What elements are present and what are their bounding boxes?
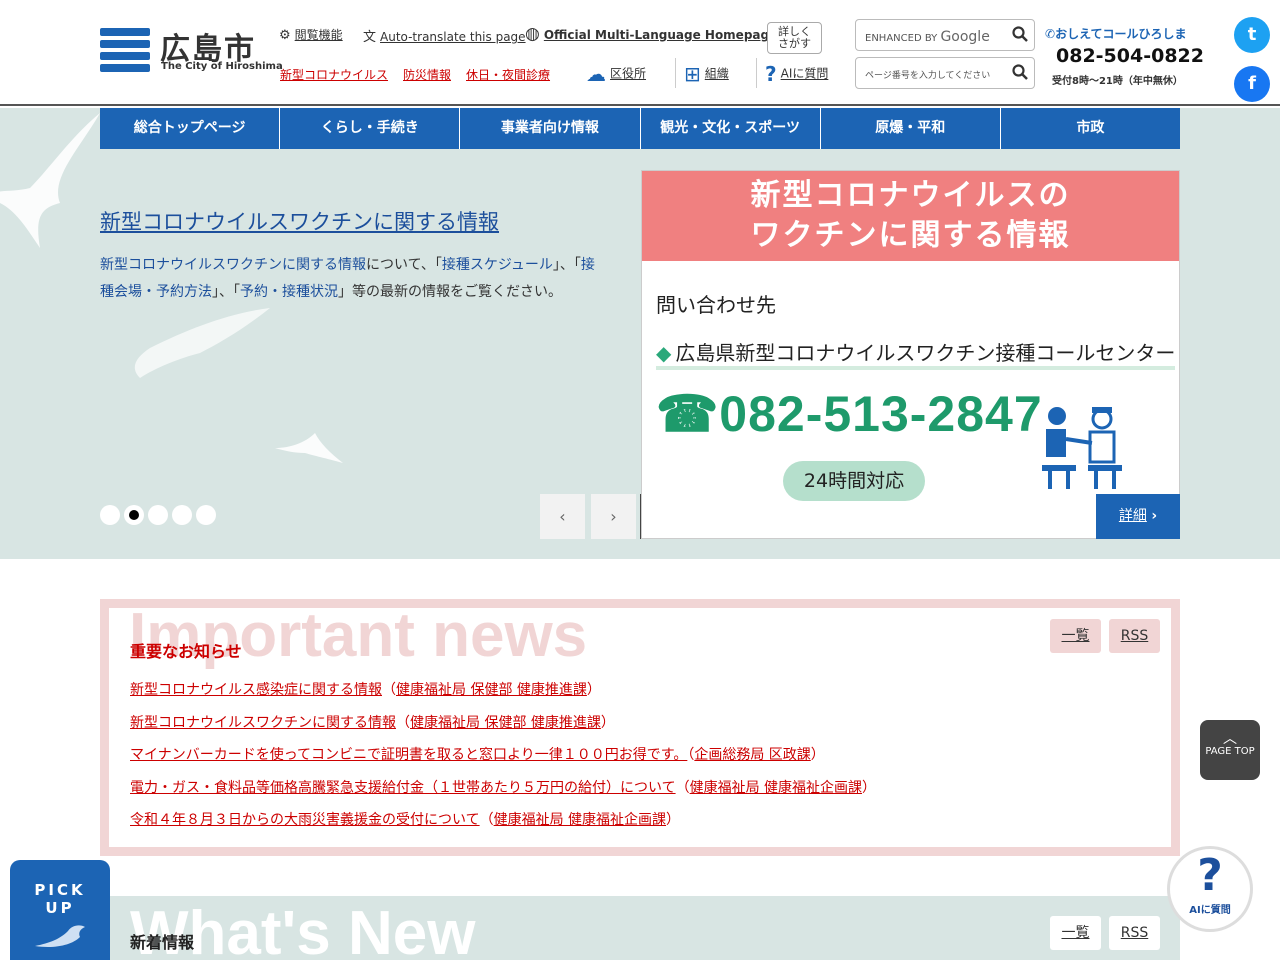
page-top-button[interactable]: ︿ PAGE TOP bbox=[1200, 720, 1260, 780]
gnav-peace[interactable]: 原爆・平和 bbox=[821, 108, 1001, 149]
news-link[interactable]: マイナンバーカードを使ってコンビニで証明書を取ると窓口より一律１００円お得です。 bbox=[130, 747, 687, 763]
twitter-icon[interactable]: t bbox=[1234, 17, 1270, 53]
ai-question-link[interactable]: ? AIに質問 bbox=[765, 62, 828, 86]
dept-link[interactable]: 健康福祉局 保健部 健康推進課 bbox=[410, 715, 601, 731]
important-list-button[interactable]: 一覧 bbox=[1050, 619, 1101, 653]
carousel-dot[interactable] bbox=[100, 505, 120, 525]
news-list-button[interactable]: 一覧 bbox=[1050, 916, 1101, 950]
list-item: 令和４年８月３日からの大雨災害義援金の受付について（健康福祉局 健康福祉企画課） bbox=[130, 812, 681, 828]
carousel-dot[interactable] bbox=[148, 505, 168, 525]
carousel-dots bbox=[100, 505, 216, 525]
carousel-dot[interactable] bbox=[172, 505, 192, 525]
page-number-input[interactable]: ページ番号を入力してください bbox=[855, 57, 1035, 89]
dept-link[interactable]: 健康福祉局 健康福祉企画課 bbox=[690, 780, 862, 796]
slide-heading: 新型コロナウイルスの ワクチンに関する情報 bbox=[642, 171, 1179, 261]
slide-detail-button[interactable]: 詳細 › bbox=[1096, 494, 1180, 539]
dove-decoration-icon bbox=[0, 113, 100, 248]
slide-24h-badge: 24時間対応 bbox=[783, 461, 925, 501]
news-link[interactable]: 令和４年８月３日からの大雨災害義援金の受付について bbox=[130, 812, 480, 828]
site-logo[interactable]: 広島市 The City of Hiroshima bbox=[100, 26, 283, 76]
phone-icon: ✆ bbox=[1045, 27, 1056, 41]
city-emblem-icon bbox=[100, 26, 150, 74]
list-item: 新型コロナウイルス感染症に関する情報（健康福祉局 保健部 健康推進課） bbox=[130, 682, 601, 698]
slide-call-center: ◆ 広島県新型コロナウイルスワクチン接種コールセンター bbox=[656, 337, 1176, 370]
hero-description: 新型コロナウイルスワクチンに関する情報について、「接種スケジュール」、「接種会場… bbox=[100, 257, 595, 300]
search-icon[interactable] bbox=[1012, 26, 1028, 42]
dept-link[interactable]: 健康福祉局 健康福祉企画課 bbox=[494, 812, 666, 828]
divider bbox=[675, 58, 676, 88]
translate-icon: 文 bbox=[363, 30, 377, 45]
call-center-number[interactable]: 082-504-0822 bbox=[1056, 45, 1204, 67]
question-icon: ? bbox=[765, 62, 777, 86]
site-header: 広島市 The City of Hiroshima ⚙ 閲覧機能 文 Auto-tr… bbox=[0, 0, 1280, 106]
translate-link[interactable]: 文 Auto-translate this page bbox=[363, 26, 526, 45]
vaccination-illustration-icon bbox=[1042, 407, 1122, 489]
globe-icon: ◍ bbox=[525, 24, 540, 44]
question-icon: ? bbox=[1197, 850, 1223, 901]
hero-link-schedule[interactable]: 接種スケジュール bbox=[442, 257, 553, 273]
news-link[interactable]: 電力・ガス・食料品等価格高騰緊急支援給付金（１世帯あたり５万円の給付）について bbox=[130, 780, 676, 796]
gnav-business[interactable]: 事業者向け情報 bbox=[460, 108, 641, 149]
multilang-link[interactable]: ◍ Official Multi-Language Homepage bbox=[525, 24, 777, 44]
google-search-input[interactable]: ENHANCED BY Google bbox=[855, 19, 1035, 51]
carousel-slide-image[interactable]: 新型コロナウイルスの ワクチンに関する情報 問い合わせ先 ◆ 広島県新型コロナウイ… bbox=[641, 170, 1180, 539]
logo-subtitle: The City of Hiroshima bbox=[161, 61, 283, 72]
important-news-title: 重要なお知らせ bbox=[130, 642, 242, 661]
global-navigation: 総合トップページ くらし・手続き 事業者向け情報 観光・文化・スポーツ 原爆・平… bbox=[100, 108, 1180, 149]
chevron-right-icon: › bbox=[1151, 508, 1158, 524]
list-item: 電力・ガス・食料品等価格高騰緊急支援給付金（１世帯あたり５万円の給付）について（… bbox=[130, 779, 877, 796]
map-icon: ☁ bbox=[586, 62, 606, 86]
ward-office-link[interactable]: ☁ 区役所 bbox=[586, 62, 646, 86]
gnav-top[interactable]: 総合トップページ bbox=[100, 108, 281, 149]
dove-decoration-icon bbox=[275, 433, 343, 463]
gnav-city-admin[interactable]: 市政 bbox=[1001, 108, 1180, 149]
dept-link[interactable]: 健康福祉局 保健部 健康推進課 bbox=[396, 682, 587, 698]
gnav-living[interactable]: くらし・手続き bbox=[280, 108, 461, 149]
quick-link-disaster[interactable]: 防災情報 bbox=[403, 66, 451, 83]
divider bbox=[756, 58, 757, 88]
gnav-tourism[interactable]: 観光・文化・スポーツ bbox=[641, 108, 821, 149]
call-center-title: ✆おしえてコールひろしま bbox=[1045, 27, 1187, 41]
facebook-icon[interactable]: f bbox=[1234, 66, 1270, 102]
slide-contact-label: 問い合わせ先 bbox=[656, 293, 776, 317]
chevron-right-icon: › bbox=[610, 507, 617, 526]
accessibility-link[interactable]: ⚙ 閲覧機能 bbox=[279, 26, 343, 43]
important-news-section: Important news 重要なお知らせ 一覧 RSS 新型コロナウイルス感… bbox=[100, 599, 1180, 856]
carousel-dot-active[interactable] bbox=[124, 505, 144, 525]
hero-title-link[interactable]: 新型コロナウイルスワクチンに関する情報 bbox=[100, 206, 499, 236]
hero-link-vaccine[interactable]: 新型コロナウイルスワクチンに関する情報 bbox=[100, 257, 366, 273]
chevron-up-icon: ︿ bbox=[1223, 731, 1237, 747]
quick-link-corona[interactable]: 新型コロナウイルス bbox=[280, 66, 388, 83]
diamond-icon: ◆ bbox=[656, 341, 672, 365]
important-rss-button[interactable]: RSS bbox=[1109, 619, 1160, 653]
gear-icon: ⚙ bbox=[279, 28, 291, 43]
detail-search-button[interactable]: 詳しく さがす bbox=[767, 22, 822, 54]
news-link[interactable]: 新型コロナウイルス感染症に関する情報 bbox=[130, 682, 382, 698]
carousel-dot[interactable] bbox=[196, 505, 216, 525]
list-item: マイナンバーカードを使ってコンビニで証明書を取ると窓口より一律１００円お得です。… bbox=[130, 747, 825, 763]
organization-link[interactable]: ⊞ 組織 bbox=[684, 62, 729, 86]
page: 広島市 The City of Hiroshima ⚙ 閲覧機能 文 Auto-tr… bbox=[0, 0, 1280, 960]
slide-phone-number: ☎082-513-2847 bbox=[656, 386, 1043, 442]
news-link[interactable]: 新型コロナウイルスワクチンに関する情報 bbox=[130, 715, 396, 731]
hero-carousel: 総合トップページ くらし・手続き 事業者向け情報 観光・文化・スポーツ 原爆・平… bbox=[0, 108, 1280, 559]
whats-new-title: 新着情報 bbox=[130, 933, 195, 952]
carousel-next-button[interactable]: › bbox=[591, 494, 636, 539]
dove-icon bbox=[35, 925, 85, 947]
dept-link[interactable]: 企画総務局 区政課 bbox=[694, 747, 810, 763]
ai-question-float-button[interactable]: ? AIに質問 bbox=[1167, 846, 1253, 932]
chevron-left-icon: ‹ bbox=[559, 507, 566, 526]
hero-link-status[interactable]: 予約・接種状況 bbox=[240, 284, 338, 300]
quick-link-night-clinic[interactable]: 休日・夜間診療 bbox=[466, 66, 550, 83]
whats-new-section: What's New 新着情報 一覧 RSS bbox=[100, 896, 1180, 960]
important-news-list: 新型コロナウイルス感染症に関する情報（健康福祉局 保健部 健康推進課） 新型コロ… bbox=[130, 674, 876, 837]
list-item: 新型コロナウイルスワクチンに関する情報（健康福祉局 保健部 健康推進課） bbox=[130, 714, 615, 731]
carousel-prev-button[interactable]: ‹ bbox=[540, 494, 585, 539]
news-rss-button[interactable]: RSS bbox=[1109, 916, 1160, 950]
pickup-tab[interactable]: PICK UP bbox=[10, 860, 110, 960]
call-center-hours: 受付8時～21時（年中無休） bbox=[1052, 76, 1183, 87]
org-chart-icon: ⊞ bbox=[684, 62, 701, 86]
search-icon[interactable] bbox=[1012, 64, 1028, 80]
